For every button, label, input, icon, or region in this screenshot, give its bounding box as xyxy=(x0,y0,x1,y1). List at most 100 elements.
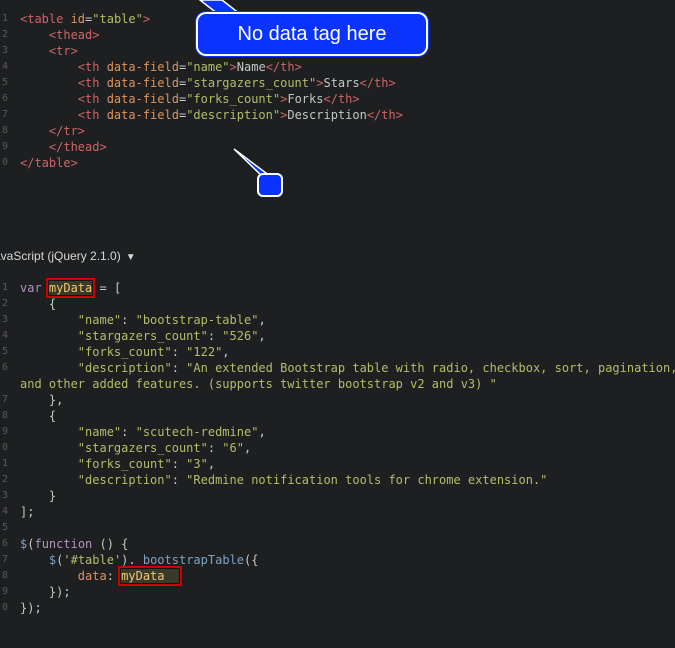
code-text: <tr> xyxy=(20,43,78,59)
code-text: <th data-field="name">Name</th> xyxy=(20,59,302,75)
code-token: : xyxy=(121,425,136,439)
code-text: }, xyxy=(20,392,63,408)
code-token: </table> xyxy=(20,156,78,170)
code-text: { xyxy=(20,296,56,312)
line-number: 5 xyxy=(1,522,8,533)
code-token: : xyxy=(207,441,223,455)
code-token: , xyxy=(258,329,266,343)
line-number: 0 xyxy=(1,442,8,453)
code-token: , xyxy=(258,425,266,439)
code-token: "scutech-redmine" xyxy=(135,425,259,439)
code-token: } xyxy=(20,489,57,503)
code-token: "description" xyxy=(77,473,172,487)
code-token: <th xyxy=(77,60,107,74)
code-token: : xyxy=(171,345,187,359)
line-number: 9 xyxy=(1,426,8,437)
code-token: > xyxy=(229,60,237,74)
line-number: 4 xyxy=(1,330,8,341)
code-text: and other added features. (supports twit… xyxy=(20,376,497,392)
code-text: $('#table'). bootstrapTable({ xyxy=(20,552,259,568)
code-token: : xyxy=(171,361,187,375)
code-token: : xyxy=(171,473,187,487)
code-text: "stargazers_count": "526", xyxy=(20,328,266,344)
code-text: <thead> xyxy=(20,27,100,43)
code-token: }, xyxy=(20,393,64,407)
code-token: "name" xyxy=(77,313,122,327)
code-token: "stargazers_count" xyxy=(77,441,208,455)
line-number: 2 xyxy=(1,474,8,485)
js-language-label: avaScript (jQuery 2.1.0) xyxy=(0,249,121,263)
code-text: }); xyxy=(20,584,71,600)
code-token: <table xyxy=(20,12,71,26)
code-token: and other added features. (supports twit… xyxy=(20,377,497,391)
line-number: 1 xyxy=(1,458,8,469)
code-token: ). xyxy=(121,553,143,567)
code-token: = [ xyxy=(92,281,122,295)
code-token: "name" xyxy=(77,425,122,439)
code-token: }); xyxy=(20,585,71,599)
code-token: : xyxy=(171,457,187,471)
code-token: "526" xyxy=(222,329,259,343)
code-token: "3" xyxy=(186,457,208,471)
code-token: "name" xyxy=(186,60,230,74)
code-text: <th data-field="description">Description… xyxy=(20,107,403,123)
line-number: 8 xyxy=(1,125,8,136)
code-token: ({ xyxy=(244,553,259,567)
code-token: "6" xyxy=(222,441,244,455)
line-number: 5 xyxy=(1,77,8,88)
code-token: : xyxy=(106,569,122,583)
code-token: "table" xyxy=(92,12,143,26)
code-text: <table id="table"> xyxy=(20,11,150,27)
code-text: { xyxy=(20,408,56,424)
code-token: "Redmine notification tools for chrome e… xyxy=(186,473,548,487)
code-token: : xyxy=(207,329,223,343)
js-language-selector[interactable]: avaScript (jQuery 2.1.0) ▼ xyxy=(0,245,136,267)
code-token: "bootstrap-table" xyxy=(135,313,259,327)
highlighted-identifier: myData xyxy=(45,278,96,298)
code-token: bootstrapTable xyxy=(142,553,245,567)
code-token: { xyxy=(20,297,57,311)
line-number: 1 xyxy=(1,13,8,24)
code-token: data-field xyxy=(106,108,179,122)
chevron-down-icon: ▼ xyxy=(125,252,136,263)
line-number: 2 xyxy=(1,298,8,309)
line-number: 9 xyxy=(1,586,8,597)
code-token: data-field xyxy=(106,92,179,106)
code-token: function xyxy=(34,537,93,551)
line-number: 8 xyxy=(1,410,8,421)
line-number: 8 xyxy=(1,570,8,581)
code-token: <th xyxy=(77,76,107,90)
code-token: : xyxy=(121,313,136,327)
code-text: data: myData xyxy=(20,566,182,586)
small-callout-bubble xyxy=(257,173,283,197)
code-text: ]; xyxy=(20,504,34,520)
code-token: <tr> xyxy=(48,44,78,58)
code-token: "122" xyxy=(186,345,223,359)
code-token: data-field xyxy=(106,76,179,90)
code-text: </tr> xyxy=(20,123,85,139)
line-number: 5 xyxy=(1,346,8,357)
code-text: "forks_count": "3", xyxy=(20,456,215,472)
code-token: id xyxy=(70,12,86,26)
code-text: } xyxy=(20,488,56,504)
code-token: "stargazers_count" xyxy=(186,76,317,90)
code-token: </thead> xyxy=(48,140,107,154)
line-number: 7 xyxy=(1,394,8,405)
code-token: "forks_count" xyxy=(186,92,281,106)
code-token: </tr> xyxy=(48,124,86,138)
